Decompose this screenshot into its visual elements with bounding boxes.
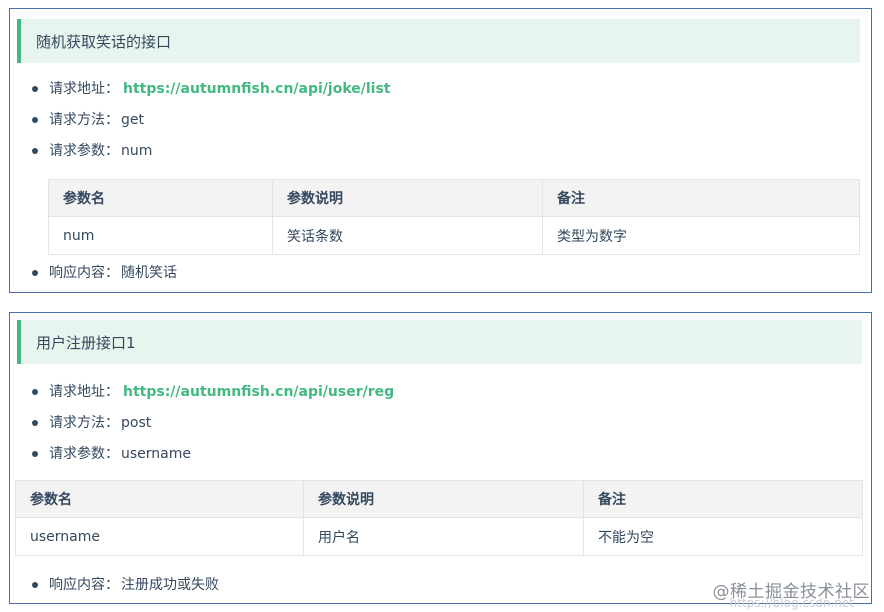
request-url-link[interactable]: https://autumnfish.cn/api/joke/list — [123, 79, 391, 99]
table-header-cell: 参数说明 — [272, 179, 543, 217]
section-heading: 随机获取笑话的接口 — [17, 19, 860, 63]
method-value: post — [121, 414, 152, 431]
list-item-params: 请求参数： username — [32, 438, 871, 469]
watermark: @稀土掘金技术社区 — [712, 582, 870, 602]
table-header-cell: 备注 — [583, 480, 863, 518]
request-url-label: 请求地址： — [49, 383, 119, 400]
list-item-method: 请求方法： get — [32, 104, 871, 135]
table-header-cell: 参数名 — [15, 480, 304, 518]
list-item-request-url: 请求地址： https://autumnfish.cn/api/user/reg — [32, 376, 871, 407]
method-label: 请求方法： — [49, 111, 119, 128]
table-header-cell: 备注 — [542, 179, 860, 217]
bullet-icon — [32, 86, 38, 92]
bullet-icon — [32, 148, 38, 154]
response-label: 响应内容： — [49, 264, 119, 281]
table-cell: 类型为数字 — [542, 216, 860, 255]
table-header-row: 参数名 参数说明 备注 — [15, 480, 863, 518]
params-value: username — [121, 445, 191, 462]
bullet-icon — [32, 420, 38, 426]
bullet-icon — [32, 451, 38, 457]
params-label: 请求参数： — [49, 445, 119, 462]
table-cell: 笑话条数 — [272, 216, 543, 255]
response-label: 响应内容： — [49, 576, 119, 593]
api-card-joke: 随机获取笑话的接口 请求地址： https://autumnfish.cn/ap… — [9, 8, 872, 293]
list-item-params: 请求参数： num — [32, 135, 871, 166]
bullet-icon — [32, 270, 38, 276]
table-header-cell: 参数说明 — [303, 480, 584, 518]
list-item-response: 响应内容： 随机笑话 — [32, 257, 871, 288]
request-url-link[interactable]: https://autumnfish.cn/api/user/reg — [123, 382, 394, 402]
params-table: 参数名 参数说明 备注 num 笑话条数 类型为数字 — [48, 179, 860, 255]
response-value: 注册成功或失败 — [121, 576, 219, 593]
table-cell: username — [15, 517, 304, 556]
list-item-request-url: 请求地址： https://autumnfish.cn/api/joke/lis… — [32, 73, 871, 104]
request-url-label: 请求地址： — [49, 80, 119, 97]
api-card-user-reg: 用户注册接口1 请求地址： https://autumnfish.cn/api/… — [9, 312, 872, 604]
response-info-list: 响应内容： 随机笑话 — [32, 257, 871, 288]
table-header-row: 参数名 参数说明 备注 — [48, 179, 860, 217]
table-cell: num — [48, 216, 273, 255]
table-header-cell: 参数名 — [48, 179, 273, 217]
bullet-icon — [32, 582, 38, 588]
section-heading: 用户注册接口1 — [17, 320, 862, 364]
table-cell: 用户名 — [303, 517, 584, 556]
list-item-method: 请求方法： post — [32, 407, 871, 438]
table-row: username 用户名 不能为空 — [15, 517, 863, 556]
response-value: 随机笑话 — [121, 264, 177, 281]
table-row: num 笑话条数 类型为数字 — [48, 216, 860, 255]
request-info-list: 请求地址： https://autumnfish.cn/api/joke/lis… — [32, 73, 871, 166]
bullet-icon — [32, 389, 38, 395]
method-value: get — [121, 111, 144, 128]
request-info-list: 请求地址： https://autumnfish.cn/api/user/reg… — [32, 376, 871, 469]
params-label: 请求参数： — [49, 142, 119, 159]
params-table: 参数名 参数说明 备注 username 用户名 不能为空 — [15, 480, 863, 556]
bullet-icon — [32, 117, 38, 123]
params-value: num — [121, 142, 153, 159]
table-cell: 不能为空 — [583, 517, 863, 556]
method-label: 请求方法： — [49, 414, 119, 431]
